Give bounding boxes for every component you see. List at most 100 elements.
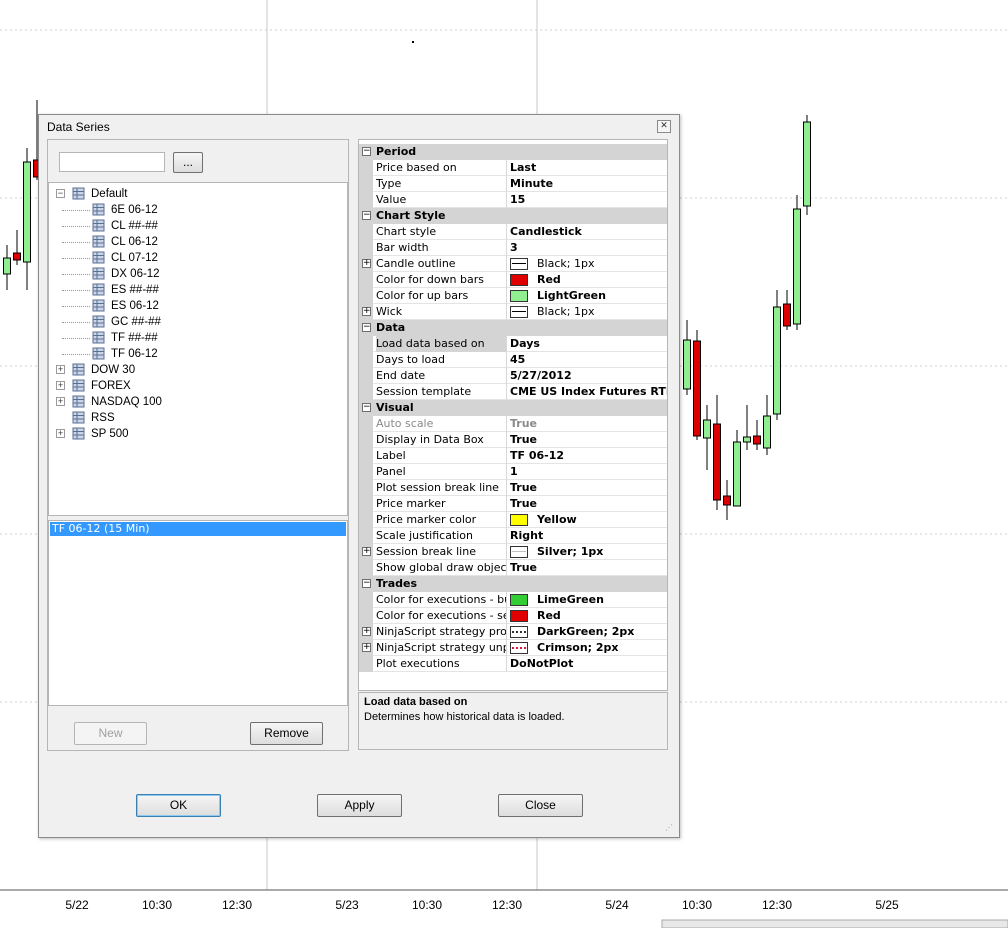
property-value[interactable]: Yellow — [537, 512, 577, 528]
property-row[interactable]: Color for executions - buy LimeGreen — [359, 592, 667, 608]
property-row[interactable]: Load data based on Days — [359, 336, 667, 352]
property-category[interactable]: − Chart Style — [359, 208, 667, 224]
collapse-icon[interactable]: − — [362, 211, 371, 220]
property-category[interactable]: − Data — [359, 320, 667, 336]
property-value[interactable]: Right — [510, 528, 543, 544]
tree-leaf-instrument[interactable]: DX 06-12 — [49, 266, 347, 282]
property-value[interactable]: Black; 1px — [537, 256, 594, 272]
property-value[interactable]: True — [510, 480, 537, 496]
property-value[interactable]: CME US Index Futures RTH — [510, 384, 667, 400]
expand-icon[interactable]: + — [362, 547, 371, 556]
new-button[interactable]: New — [74, 722, 147, 745]
property-row[interactable]: Color for executions - sell Red — [359, 608, 667, 624]
property-value[interactable]: DoNotPlot — [510, 656, 573, 672]
property-row[interactable]: Price based on Last — [359, 160, 667, 176]
tree-leaf-instrument[interactable]: TF 06-12 — [49, 346, 347, 362]
property-value[interactable]: 15 — [510, 192, 525, 208]
instrument-tree[interactable]: − Default 6E 06-12 CL ##-## CL 06-12 CL 07-12… — [48, 182, 348, 516]
collapse-icon[interactable]: − — [362, 323, 371, 332]
property-value[interactable]: Crimson; 2px — [537, 640, 619, 656]
property-value[interactable]: Red — [537, 608, 561, 624]
expand-icon[interactable]: + — [362, 259, 371, 268]
property-row[interactable]: + Candle outline Black; 1px — [359, 256, 667, 272]
property-row[interactable]: Session template CME US Index Futures RTH — [359, 384, 667, 400]
property-row[interactable]: Bar width 3 — [359, 240, 667, 256]
property-row[interactable]: + Session break line Silver; 1px — [359, 544, 667, 560]
property-value[interactable]: Red — [537, 272, 561, 288]
property-value[interactable]: 1 — [510, 464, 518, 480]
property-value[interactable]: DarkGreen; 2px — [537, 624, 634, 640]
property-row[interactable]: Color for up bars LightGreen — [359, 288, 667, 304]
remove-button[interactable]: Remove — [250, 722, 323, 745]
property-row[interactable]: Days to load 45 — [359, 352, 667, 368]
tree-leaf-instrument[interactable]: CL 06-12 — [49, 234, 347, 250]
property-value[interactable]: Minute — [510, 176, 553, 192]
close-icon[interactable]: ✕ — [657, 120, 671, 133]
property-row[interactable]: Show global draw objects True — [359, 560, 667, 576]
close-button[interactable]: Close — [498, 794, 583, 817]
tree-leaf-instrument[interactable]: CL 07-12 — [49, 250, 347, 266]
tree-leaf-instrument[interactable]: ES 06-12 — [49, 298, 347, 314]
tree-leaf-instrument[interactable]: TF ##-## — [49, 330, 347, 346]
property-row[interactable]: + NinjaScript strategy unprofitable Crimso… — [359, 640, 667, 656]
tree-node-group[interactable]: + FOREX — [49, 378, 347, 394]
tree-leaf-instrument[interactable]: 6E 06-12 — [49, 202, 347, 218]
chart-scrollbar[interactable] — [661, 919, 1008, 928]
expand-icon[interactable]: + — [56, 381, 65, 390]
property-grid[interactable]: − Period Price based on Last Type Minute Value… — [358, 139, 668, 691]
property-row[interactable]: Value 15 — [359, 192, 667, 208]
expand-icon[interactable]: + — [362, 643, 371, 652]
property-value[interactable]: Silver; 1px — [537, 544, 603, 560]
property-category[interactable]: − Period — [359, 144, 667, 160]
expand-icon[interactable]: + — [56, 397, 65, 406]
dialog-title-bar[interactable]: Data Series ✕ — [39, 115, 679, 137]
property-row[interactable]: End date 5/27/2012 — [359, 368, 667, 384]
property-row[interactable]: Label TF 06-12 — [359, 448, 667, 464]
property-row[interactable]: Price marker color Yellow — [359, 512, 667, 528]
property-value[interactable]: Black; 1px — [537, 304, 594, 320]
collapse-icon[interactable]: − — [362, 403, 371, 412]
property-row[interactable]: Display in Data Box True — [359, 432, 667, 448]
property-row[interactable]: Plot executions DoNotPlot — [359, 656, 667, 672]
expand-icon[interactable]: + — [362, 627, 371, 636]
selected-series-item[interactable]: TF 06-12 (15 Min) — [50, 522, 346, 536]
tree-node-group[interactable]: + NASDAQ 100 — [49, 394, 347, 410]
collapse-icon[interactable]: − — [56, 189, 65, 198]
expand-icon[interactable]: + — [56, 429, 65, 438]
property-row[interactable]: Price marker True — [359, 496, 667, 512]
property-value[interactable]: LimeGreen — [537, 592, 604, 608]
tree-node-default[interactable]: − Default — [49, 186, 347, 202]
tree-node-group[interactable]: + DOW 30 — [49, 362, 347, 378]
property-value[interactable]: 3 — [510, 240, 518, 256]
property-row[interactable]: Plot session break line True — [359, 480, 667, 496]
selected-series-list[interactable]: TF 06-12 (15 Min) — [48, 520, 348, 706]
property-value[interactable]: True — [510, 416, 537, 432]
property-row[interactable]: Chart style Candlestick — [359, 224, 667, 240]
property-category[interactable]: − Visual — [359, 400, 667, 416]
property-category[interactable]: − Trades — [359, 576, 667, 592]
property-row[interactable]: Type Minute — [359, 176, 667, 192]
expand-icon[interactable]: + — [362, 307, 371, 316]
property-value[interactable]: True — [510, 560, 537, 576]
property-value[interactable]: 45 — [510, 352, 525, 368]
tree-node-group[interactable]: + SP 500 — [49, 426, 347, 442]
property-row[interactable]: Color for down bars Red — [359, 272, 667, 288]
browse-button[interactable]: ... — [173, 152, 203, 173]
expand-icon[interactable]: + — [56, 365, 65, 374]
property-row[interactable]: Panel 1 — [359, 464, 667, 480]
search-input[interactable] — [59, 152, 165, 172]
collapse-icon[interactable]: − — [362, 147, 371, 156]
tree-leaf-instrument[interactable]: CL ##-## — [49, 218, 347, 234]
ok-button[interactable]: OK — [136, 794, 221, 817]
property-value[interactable]: LightGreen — [537, 288, 606, 304]
collapse-icon[interactable]: − — [362, 579, 371, 588]
property-row[interactable]: Auto scale True — [359, 416, 667, 432]
property-value[interactable]: 5/27/2012 — [510, 368, 572, 384]
property-value[interactable]: True — [510, 432, 537, 448]
property-value[interactable]: Candlestick — [510, 224, 582, 240]
tree-node-group[interactable]: RSS — [49, 410, 347, 426]
property-row[interactable]: Scale justification Right — [359, 528, 667, 544]
tree-leaf-instrument[interactable]: ES ##-## — [49, 282, 347, 298]
property-value[interactable]: TF 06-12 — [510, 448, 564, 464]
property-value[interactable]: Last — [510, 160, 536, 176]
